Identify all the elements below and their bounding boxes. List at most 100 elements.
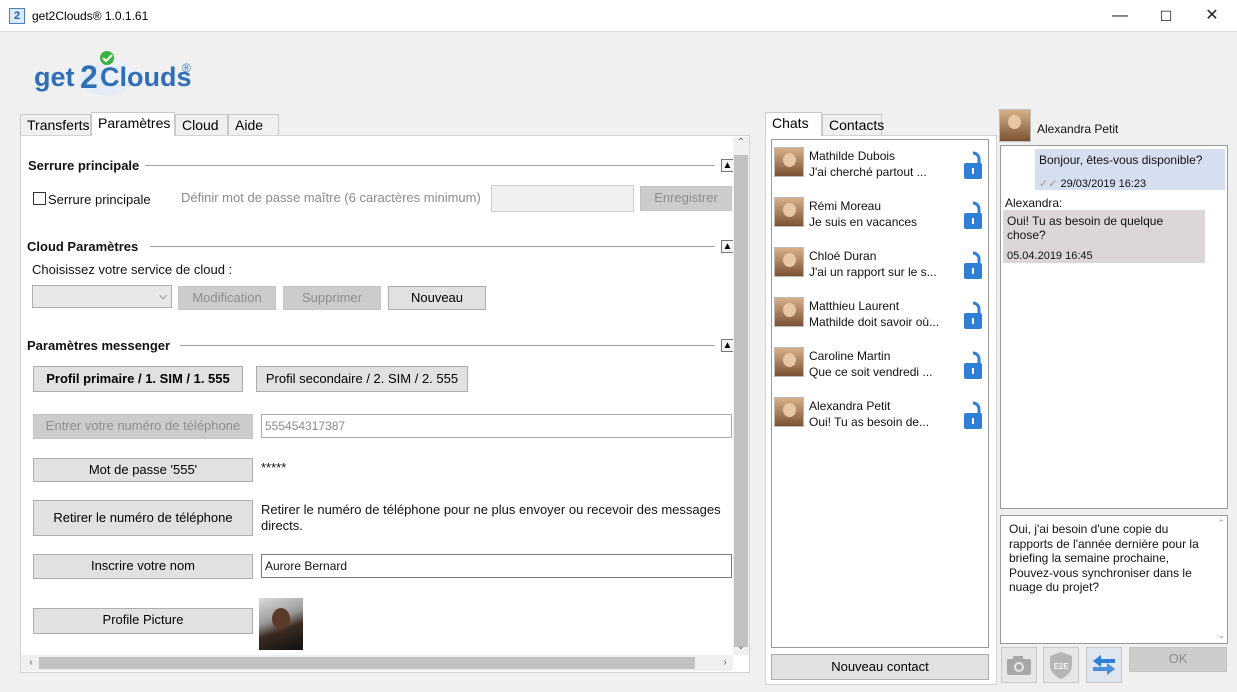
section-divider bbox=[150, 246, 715, 247]
unlocked-icon[interactable] bbox=[962, 249, 984, 281]
chat-contact-name: Caroline Martin bbox=[809, 349, 891, 363]
phone-number-input[interactable]: 555454317387 bbox=[261, 414, 732, 438]
close-button[interactable]: ✕ bbox=[1189, 0, 1235, 32]
e2e-encryption-button[interactable]: E2E bbox=[1043, 647, 1079, 683]
unlocked-icon[interactable] bbox=[962, 299, 984, 331]
scroll-up-icon[interactable]: ⌃ bbox=[733, 137, 749, 148]
incoming-sender-label: Alexandra: bbox=[1005, 196, 1063, 210]
camera-button[interactable] bbox=[1001, 647, 1037, 683]
profile-primary-button[interactable]: Profil primaire / 1. SIM / 1. 555 bbox=[33, 366, 243, 392]
enter-phone-button[interactable]: Entrer votre numéro de téléphone bbox=[33, 414, 253, 439]
transfer-button[interactable] bbox=[1086, 647, 1122, 683]
master-password-hint: Définir mot de passe maître (6 caractère… bbox=[181, 190, 481, 205]
maximize-button[interactable]: ☐ bbox=[1143, 0, 1189, 32]
shield-e2e-icon: E2E bbox=[1050, 652, 1072, 679]
e2e-label: E2E bbox=[1053, 662, 1069, 671]
avatar bbox=[774, 247, 804, 277]
app-icon: 2 bbox=[9, 8, 25, 24]
profile-secondary-button[interactable]: Profil secondaire / 2. SIM / 2. 555 bbox=[256, 366, 468, 392]
chat-snippet: Mathilde doit savoir où... bbox=[809, 315, 940, 329]
password-mask: ***** bbox=[261, 460, 287, 475]
logo-reg-mark: ® bbox=[182, 61, 191, 75]
delete-cloud-button[interactable]: Supprimer bbox=[283, 286, 381, 310]
list-item[interactable]: Chloé Duran J'ai un rapport sur le s... bbox=[774, 241, 986, 285]
new-contact-button[interactable]: Nouveau contact bbox=[771, 654, 989, 680]
scroll-left-icon[interactable]: ‹ bbox=[23, 657, 39, 668]
compose-scroll-down-icon[interactable]: ⌄ bbox=[1217, 630, 1225, 641]
settings-horizontal-thumb[interactable] bbox=[39, 657, 695, 669]
tab-parametres[interactable]: Paramètres bbox=[91, 112, 175, 136]
list-item[interactable]: Caroline Martin Que ce soit vendredi ... bbox=[774, 341, 986, 385]
list-item[interactable]: Mathilde Dubois J'ai cherché partout ... bbox=[774, 141, 986, 185]
avatar bbox=[774, 147, 804, 177]
tab-contacts[interactable]: Contacts bbox=[822, 114, 884, 136]
tab-transferts[interactable]: Transferts bbox=[20, 114, 91, 136]
chat-contact-name: Rémi Moreau bbox=[809, 199, 882, 213]
cloud-service-select[interactable]: ⌵ bbox=[32, 285, 172, 308]
remove-phone-button[interactable]: Retirer le numéro de téléphone bbox=[33, 500, 253, 536]
conversation-avatar bbox=[999, 109, 1031, 142]
chat-snippet: Je suis en vacances bbox=[809, 215, 918, 229]
chat-snippet: Que ce soit vendredi ... bbox=[809, 365, 933, 379]
message-compose-area[interactable]: Oui, j'ai besoin d'une copie du rapports… bbox=[1000, 515, 1228, 644]
incoming-message-text: Oui! Tu as besoin de quelque chose? bbox=[1007, 214, 1164, 242]
unlocked-icon[interactable] bbox=[962, 399, 984, 431]
master-lock-checkbox[interactable] bbox=[33, 192, 46, 205]
compose-scroll-up-icon[interactable]: ⌃ bbox=[1217, 518, 1225, 529]
outgoing-message-meta: ✓✓ 29/03/2019 16:23 bbox=[1039, 177, 1146, 190]
name-input[interactable]: Aurore Bernard bbox=[261, 554, 732, 578]
logo-text-get: get bbox=[34, 62, 75, 92]
chevron-down-icon: ⌵ bbox=[159, 291, 167, 302]
list-item[interactable]: Alexandra Petit Oui! Tu as besoin de... bbox=[774, 391, 986, 435]
minimize-button[interactable]: — bbox=[1097, 0, 1143, 32]
remove-phone-description: Retirer le numéro de téléphone pour ne p… bbox=[261, 502, 721, 533]
tab-cloud[interactable]: Cloud bbox=[175, 114, 228, 136]
unlocked-icon[interactable] bbox=[962, 199, 984, 231]
register-name-button[interactable]: Inscrire votre nom bbox=[33, 554, 253, 579]
new-cloud-button[interactable]: Nouveau bbox=[388, 286, 486, 310]
master-lock-label: Serrure principale bbox=[48, 192, 151, 207]
conversation-contact-name: Alexandra Petit bbox=[1037, 122, 1119, 136]
tab-chats[interactable]: Chats bbox=[765, 112, 822, 136]
unlocked-icon[interactable] bbox=[962, 149, 984, 181]
list-item[interactable]: Rémi Moreau Je suis en vacances bbox=[774, 191, 986, 235]
incoming-message: Oui! Tu as besoin de quelque chose? 05.0… bbox=[1003, 210, 1205, 263]
section-divider bbox=[180, 345, 715, 346]
chat-contact-name: Mathilde Dubois bbox=[809, 149, 896, 163]
settings-horizontal-scrollbar[interactable]: ‹ › bbox=[21, 655, 733, 671]
message-draft-text: Oui, j'ai besoin d'une copie du rapports… bbox=[1009, 522, 1199, 594]
outgoing-message-text: Bonjour, êtes-vous disponible? bbox=[1039, 153, 1203, 167]
avatar bbox=[774, 297, 804, 327]
avatar bbox=[774, 397, 804, 427]
section-divider bbox=[145, 165, 715, 166]
camera-icon bbox=[1007, 656, 1031, 675]
save-master-password-button[interactable]: Enregistrer bbox=[640, 186, 732, 211]
tab-aide[interactable]: Aide bbox=[228, 114, 279, 136]
profile-picture-thumbnail[interactable] bbox=[259, 598, 303, 650]
modify-cloud-button[interactable]: Modification bbox=[178, 286, 276, 310]
read-check-icon: ✓✓ bbox=[1039, 178, 1058, 190]
chat-snippet: J'ai un rapport sur le s... bbox=[809, 265, 937, 279]
logo-text-2: 2 bbox=[80, 59, 98, 95]
title-bar: 2 get2Clouds® 1.0.1.61 — ☐ ✕ bbox=[0, 0, 1237, 32]
master-password-input[interactable] bbox=[491, 185, 634, 212]
profile-face-shape bbox=[272, 608, 290, 630]
swap-arrows-icon bbox=[1093, 655, 1115, 675]
cloud-service-prompt: Choisissez votre service de cloud : bbox=[32, 262, 233, 277]
avatar bbox=[774, 347, 804, 377]
chat-snippet: Oui! Tu as besoin de... bbox=[809, 415, 930, 429]
list-item[interactable]: Matthieu Laurent Mathilde doit savoir où… bbox=[774, 291, 986, 335]
unlocked-icon[interactable] bbox=[962, 349, 984, 381]
settings-panel bbox=[20, 135, 750, 673]
ok-send-button[interactable]: OK bbox=[1129, 647, 1227, 672]
profile-picture-button[interactable]: Profile Picture bbox=[33, 608, 253, 634]
scroll-down-icon[interactable]: ⌄ bbox=[733, 641, 749, 652]
scroll-right-icon[interactable]: › bbox=[717, 657, 733, 668]
settings-vertical-scrollbar[interactable]: ⌃ ⌄ bbox=[733, 137, 749, 655]
chat-contact-name: Matthieu Laurent bbox=[809, 299, 900, 313]
password-555-button[interactable]: Mot de passe '555' bbox=[33, 458, 253, 482]
avatar bbox=[774, 197, 804, 227]
section-title-lock: Serrure principale bbox=[28, 158, 146, 173]
window-title: get2Clouds® 1.0.1.61 bbox=[32, 9, 149, 23]
settings-vertical-thumb[interactable] bbox=[734, 155, 748, 647]
